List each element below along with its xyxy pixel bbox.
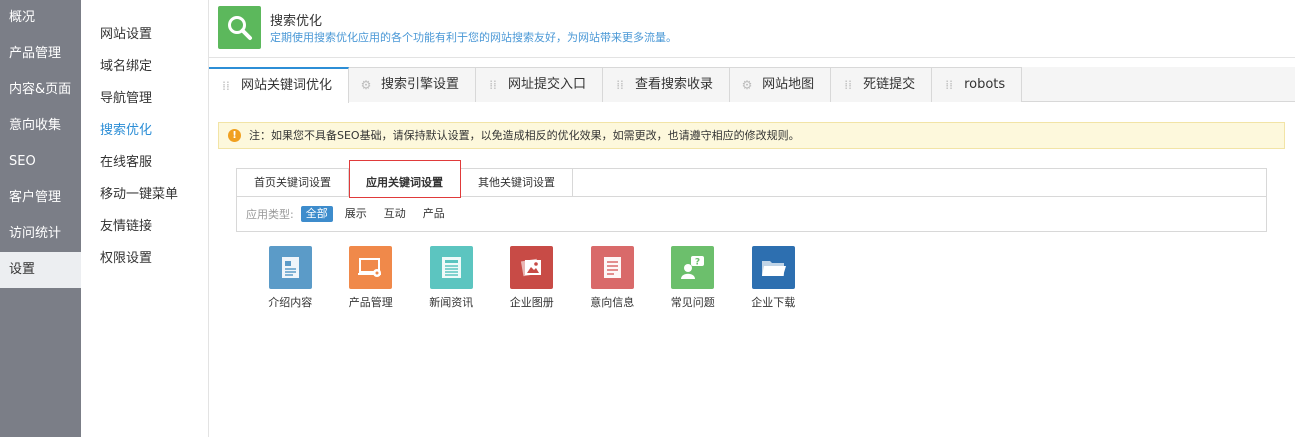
tab-label: 搜索引擎设置	[381, 77, 460, 92]
app-grid: 介绍内容 产品管理 新闻资讯 企业图册 意向信息 ? 常见问题 企业下载	[250, 246, 814, 310]
filter-display[interactable]: 展示	[340, 206, 372, 222]
seo-warning-notice: ! 注：如果您不具备SEO基础，请保持默认设置，以免造成相反的优化效果，如需更改…	[218, 122, 1285, 149]
primary-sidebar: 概况 产品管理 内容&页面 意向收集 SEO 客户管理 访问统计 设置	[0, 0, 81, 437]
nav-item-products[interactable]: 产品管理	[0, 36, 81, 72]
notice-text: 注：如果您不具备SEO基础，请保持默认设置，以免造成相反的优化效果，如需更改，也…	[249, 129, 800, 142]
app-faq[interactable]: ? 常见问题	[653, 246, 734, 310]
subnav-item-site-settings[interactable]: 网站设置	[81, 19, 208, 51]
app-type-filter: 应用类型: 全部 展示 互动 产品	[237, 197, 1266, 231]
gear-icon: ⚙	[360, 78, 372, 92]
app-label: 企业图册	[509, 296, 554, 309]
tab-home-keywords[interactable]: 首页关键词设置	[237, 169, 349, 197]
app-lead-info[interactable]: 意向信息	[572, 246, 653, 310]
tab-robots[interactable]: ⁞⁞ robots	[932, 67, 1023, 102]
app-label: 企业下载	[751, 296, 796, 309]
tab-site-keywords[interactable]: ⁞⁞ 网站关键词优化	[209, 67, 350, 103]
grid-icon: ⁞⁞	[489, 78, 497, 92]
subnav-item-mobile-menu[interactable]: 移动一键菜单	[81, 179, 208, 211]
newspaper-icon	[429, 246, 473, 289]
subnav-item-domain-binding[interactable]: 域名绑定	[81, 51, 208, 83]
tab-sitemap[interactable]: ⚙ 网站地图	[730, 67, 832, 102]
nav-item-customers[interactable]: 客户管理	[0, 180, 81, 216]
app-label: 介绍内容	[268, 296, 313, 309]
photo-album-icon	[510, 246, 554, 289]
tab-label: 死链提交	[863, 77, 916, 92]
subnav-item-navigation[interactable]: 导航管理	[81, 83, 208, 115]
subnav-item-search-optimization[interactable]: 搜索优化	[81, 115, 208, 147]
grid-icon: ⁞⁞	[222, 79, 230, 93]
app-label: 产品管理	[348, 296, 393, 309]
nav-item-settings[interactable]: 设置	[0, 252, 81, 288]
app-intro-content[interactable]: 介绍内容	[250, 246, 331, 310]
app-product-management[interactable]: 产品管理	[331, 246, 412, 310]
app-downloads[interactable]: 企业下载	[733, 246, 814, 310]
nav-item-analytics[interactable]: 访问统计	[0, 216, 81, 252]
grid-icon: ⁞⁞	[616, 78, 624, 92]
filter-label: 应用类型:	[246, 208, 294, 221]
question-user-icon: ?	[671, 246, 715, 289]
tab-label: 网站关键词优化	[241, 78, 333, 93]
document-icon	[268, 246, 312, 289]
tab-label: 网站地图	[762, 77, 815, 92]
tab-app-keywords[interactable]: 应用关键词设置	[349, 160, 461, 198]
keyword-tabs: 首页关键词设置 应用关键词设置 其他关键词设置	[237, 160, 1266, 198]
tab-url-submit[interactable]: ⁞⁞ 网址提交入口	[476, 67, 604, 102]
filter-interactive[interactable]: 互动	[379, 206, 411, 222]
warning-icon: !	[228, 129, 241, 142]
gear-icon: ⚙	[741, 78, 753, 92]
tab-other-keywords[interactable]: 其他关键词设置	[461, 169, 573, 197]
nav-item-leads[interactable]: 意向收集	[0, 108, 81, 144]
tab-label: 查看搜索收录	[635, 77, 714, 92]
nav-item-content-pages[interactable]: 内容&页面	[0, 72, 81, 108]
subnav-item-permissions[interactable]: 权限设置	[81, 243, 208, 275]
grid-icon: ⁞⁞	[945, 78, 953, 92]
filter-product[interactable]: 产品	[418, 206, 450, 222]
subnav-item-online-service[interactable]: 在线客服	[81, 147, 208, 179]
laptop-gear-icon	[349, 246, 393, 289]
app-label: 意向信息	[590, 296, 635, 309]
page-description: 定期使用搜索优化应用的各个功能有利于您的网站搜索友好，为网站带来更多流量。	[270, 31, 677, 44]
main-tabs: ⁞⁞ 网站关键词优化 ⚙ 搜索引擎设置 ⁞⁞ 网址提交入口 ⁞⁞ 查看搜索收录 …	[209, 67, 1295, 103]
filter-all[interactable]: 全部	[300, 206, 333, 222]
app-company-album[interactable]: 企业图册	[492, 246, 573, 310]
app-label: 常见问题	[670, 296, 715, 309]
search-icon	[218, 6, 261, 49]
app-label: 新闻资讯	[429, 296, 474, 309]
nav-item-seo[interactable]: SEO	[0, 144, 81, 180]
tab-view-indexing[interactable]: ⁞⁞ 查看搜索收录	[603, 67, 731, 102]
tab-dead-links[interactable]: ⁞⁞ 死链提交	[831, 67, 933, 102]
tab-label: 网址提交入口	[508, 77, 587, 92]
folder-icon	[751, 246, 795, 289]
tab-label: robots	[964, 77, 1006, 92]
svg-text:?: ?	[695, 258, 700, 268]
secondary-sidebar: 网站设置 域名绑定 导航管理 搜索优化 在线客服 移动一键菜单 友情链接 权限设…	[81, 0, 209, 437]
tab-search-engine-settings[interactable]: ⚙ 搜索引擎设置	[349, 67, 477, 102]
app-news[interactable]: 新闻资讯	[411, 246, 492, 310]
tabs-spacer	[1022, 67, 1295, 101]
form-icon	[590, 246, 634, 289]
page-header: 搜索优化 定期使用搜索优化应用的各个功能有利于您的网站搜索友好，为网站带来更多流…	[209, 0, 1295, 58]
grid-icon: ⁞⁞	[844, 78, 852, 92]
nav-item-overview[interactable]: 概况	[0, 0, 81, 36]
page-title: 搜索优化	[270, 14, 323, 29]
keyword-settings-panel: 首页关键词设置 应用关键词设置 其他关键词设置 应用类型: 全部 展示 互动 产…	[236, 160, 1267, 232]
subnav-item-friend-links[interactable]: 友情链接	[81, 211, 208, 243]
